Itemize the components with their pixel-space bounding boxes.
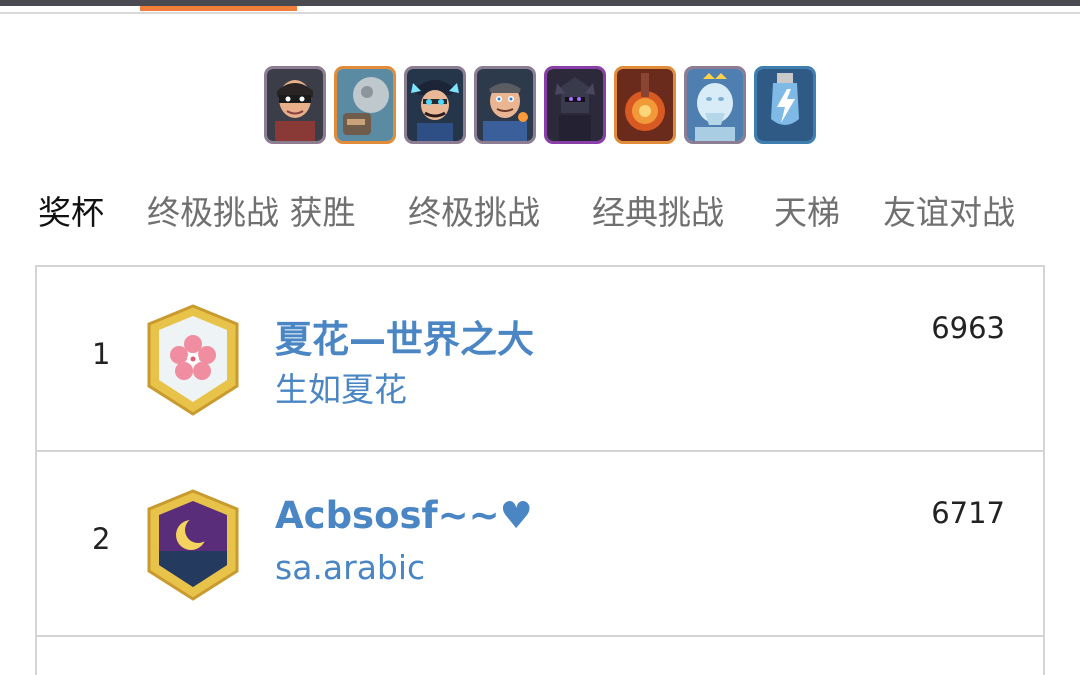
- pekka-card[interactable]: [544, 66, 606, 144]
- leaderboard-tabs: 奖杯 终极挑战 获胜 终极挑战 经典挑战 天梯 友谊对战: [0, 188, 1080, 238]
- bandit-card-art-icon: [267, 69, 323, 141]
- player-name-link[interactable]: Acbsosf~~♥: [275, 494, 533, 537]
- pekka-card-art-icon: [547, 69, 603, 141]
- tab-ladder[interactable]: 天梯: [774, 188, 840, 238]
- top-divider: [0, 12, 1080, 14]
- trophy-count: 6717: [931, 496, 1005, 530]
- tab-trophies[interactable]: 奖杯: [38, 188, 104, 238]
- electro-wizard-card[interactable]: [404, 66, 466, 144]
- trophy-count: 6963: [931, 311, 1005, 345]
- zap-card[interactable]: [754, 66, 816, 144]
- magician-card[interactable]: [474, 66, 536, 144]
- leaderboard-table: 1 夏花—世界之大 生如夏花 6963 2 Acbsosf~~♥ sa.arab…: [35, 265, 1045, 675]
- rank-number: 2: [92, 522, 111, 556]
- tab-classic-challenge[interactable]: 经典挑战: [592, 188, 724, 238]
- tab-grand-challenge[interactable]: 终极挑战: [408, 188, 540, 238]
- player-name-link[interactable]: 夏花—世界之大: [275, 309, 534, 363]
- moon-badge-icon: [145, 489, 241, 601]
- active-section-indicator: [140, 6, 297, 11]
- electro-wizard-card-art-icon: [407, 69, 463, 141]
- fireball-card-art-icon: [617, 69, 673, 141]
- clan-name-link[interactable]: sa.arabic: [275, 548, 425, 587]
- clan-name-link[interactable]: 生如夏花: [275, 363, 407, 411]
- table-row[interactable]: 1 夏花—世界之大 生如夏花 6963: [37, 267, 1043, 452]
- bandit-card[interactable]: [264, 66, 326, 144]
- ice-golem-card[interactable]: [684, 66, 746, 144]
- zap-card-art-icon: [757, 69, 813, 141]
- giant-skeleton-card[interactable]: [334, 66, 396, 144]
- cherry-blossom-badge-icon: [145, 304, 241, 416]
- tab-friendly-battle[interactable]: 友谊对战: [883, 188, 1015, 238]
- tab-grand-challenge-wins[interactable]: 终极挑战 获胜: [147, 188, 356, 238]
- fireball-card[interactable]: [614, 66, 676, 144]
- ice-golem-card-art-icon: [687, 69, 743, 141]
- page: 奖杯 终极挑战 获胜 终极挑战 经典挑战 天梯 友谊对战 1 夏花—世界之大 生…: [0, 0, 1080, 675]
- magician-card-art-icon: [477, 69, 533, 141]
- table-row[interactable]: 2 Acbsosf~~♥ sa.arabic 6717: [37, 452, 1043, 637]
- giant-skeleton-card-art-icon: [337, 69, 393, 141]
- deck: [264, 66, 816, 146]
- rank-number: 1: [92, 337, 111, 371]
